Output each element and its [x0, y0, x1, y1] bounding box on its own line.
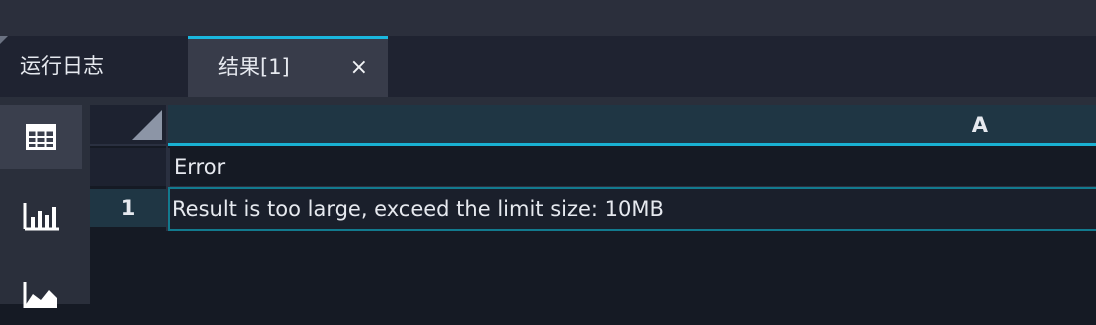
bar-chart-icon — [23, 203, 59, 231]
table-icon — [26, 124, 56, 150]
header-cell-error[interactable]: Error — [168, 148, 1096, 188]
data-cell-selected[interactable]: Result is too large, exceed the limit si… — [168, 187, 1096, 231]
close-icon[interactable]: × — [350, 39, 368, 96]
window-top-strip — [0, 0, 1096, 36]
tab-run-log-label: 运行日志 — [20, 54, 104, 78]
area-chart-view-button[interactable] — [0, 261, 82, 325]
tab-bar: 运行日志 结果[1] × — [0, 36, 1096, 97]
column-header-label: A — [971, 113, 988, 137]
column-header-a[interactable]: A — [168, 105, 1096, 146]
view-toolbar — [0, 105, 90, 308]
select-all-triangle-icon — [132, 110, 162, 140]
result-grid: A Error 1 Result is too large, exceed th… — [90, 105, 1096, 304]
tab-result-label: 结果[1] — [218, 55, 290, 79]
table-view-button[interactable] — [0, 105, 82, 169]
panel-divider — [0, 97, 1096, 105]
tab-result[interactable]: 结果[1] × — [188, 36, 388, 97]
select-all-corner[interactable] — [90, 105, 166, 146]
corner-marker — [0, 36, 8, 44]
row-number[interactable]: 1 — [90, 189, 166, 227]
bar-chart-view-button[interactable] — [0, 185, 82, 249]
tab-run-log[interactable]: 运行日志 — [0, 36, 188, 97]
row-header-blank — [90, 148, 166, 186]
